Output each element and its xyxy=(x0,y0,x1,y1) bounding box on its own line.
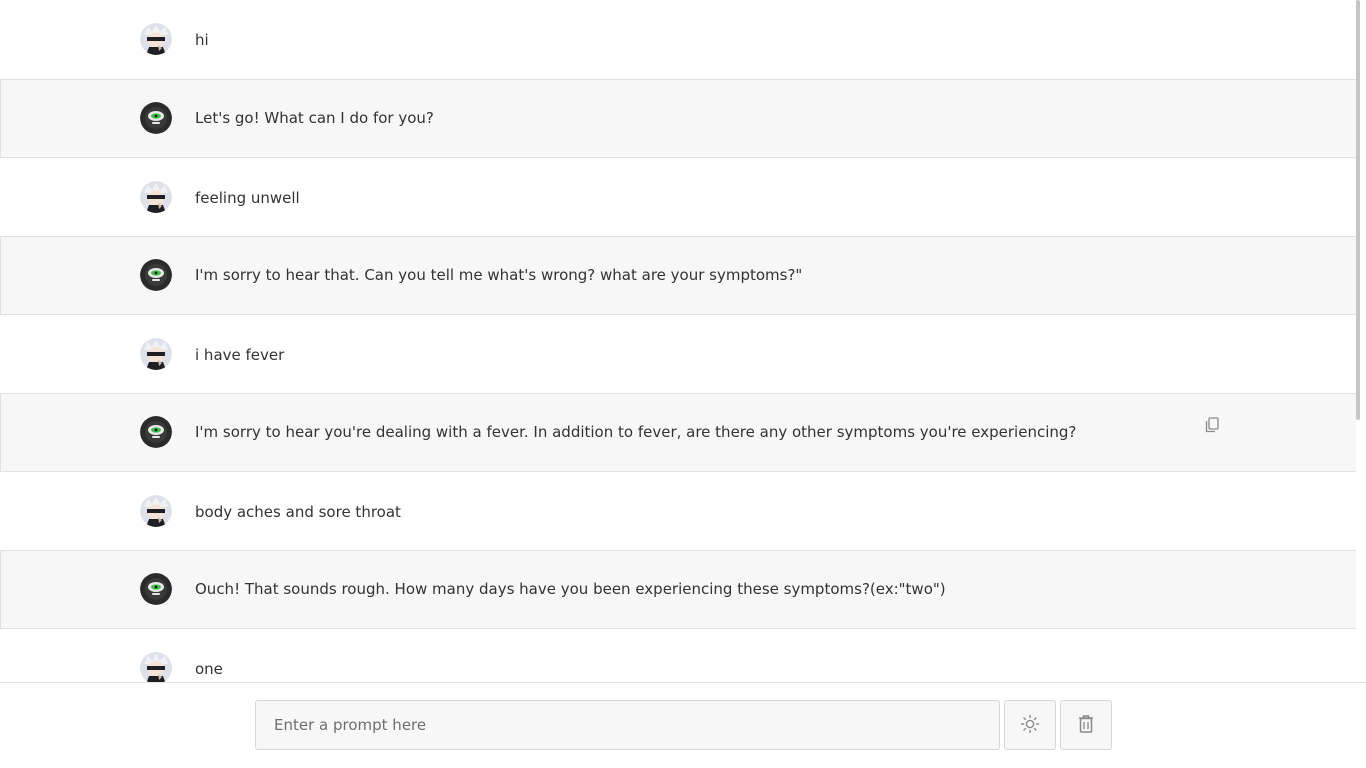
bot-avatar-icon xyxy=(140,102,172,134)
user-avatar-icon xyxy=(140,495,172,527)
scrollbar-thumb[interactable] xyxy=(1356,0,1360,420)
delete-chat-button[interactable] xyxy=(1060,700,1112,750)
sun-icon xyxy=(1020,714,1040,737)
prompt-input[interactable] xyxy=(255,700,1000,750)
bot-avatar-icon xyxy=(140,416,172,448)
message-row-bot: I'm sorry to hear you're dealing with a … xyxy=(0,393,1361,472)
message-text: feeling unwell xyxy=(195,189,300,207)
copy-icon[interactable] xyxy=(1203,416,1221,434)
bot-avatar-icon xyxy=(140,259,172,291)
user-avatar-icon xyxy=(140,338,172,370)
trash-icon xyxy=(1077,714,1095,737)
message-row-user: feeling unwell xyxy=(0,158,1361,236)
bot-avatar-icon xyxy=(140,573,172,605)
message-text: I'm sorry to hear you're dealing with a … xyxy=(195,423,1077,441)
message-text: body aches and sore throat xyxy=(195,503,401,521)
message-text: Ouch! That sounds rough. How many days h… xyxy=(195,580,946,598)
message-row-user: body aches and sore throat xyxy=(0,472,1361,550)
user-avatar-icon xyxy=(140,23,172,55)
chat-container[interactable]: hi Let's go! What can I do for you? feel… xyxy=(0,0,1361,682)
scrollbar-track[interactable] xyxy=(1356,0,1361,682)
message-row-bot: Let's go! What can I do for you? xyxy=(0,79,1361,158)
message-text: Let's go! What can I do for you? xyxy=(195,109,434,127)
message-row-user: one xyxy=(0,629,1361,682)
message-text: hi xyxy=(195,31,209,49)
message-row-user: i have fever xyxy=(0,315,1361,393)
user-avatar-icon xyxy=(140,652,172,682)
message-text: one xyxy=(195,660,223,678)
message-text: i have fever xyxy=(195,346,285,364)
theme-toggle-button[interactable] xyxy=(1004,700,1056,750)
message-row-user: hi xyxy=(0,0,1361,79)
user-avatar-icon xyxy=(140,181,172,213)
composer-bar xyxy=(0,682,1366,768)
message-text: I'm sorry to hear that. Can you tell me … xyxy=(195,266,803,284)
message-row-bot: Ouch! That sounds rough. How many days h… xyxy=(0,550,1361,629)
message-row-bot: I'm sorry to hear that. Can you tell me … xyxy=(0,236,1361,315)
